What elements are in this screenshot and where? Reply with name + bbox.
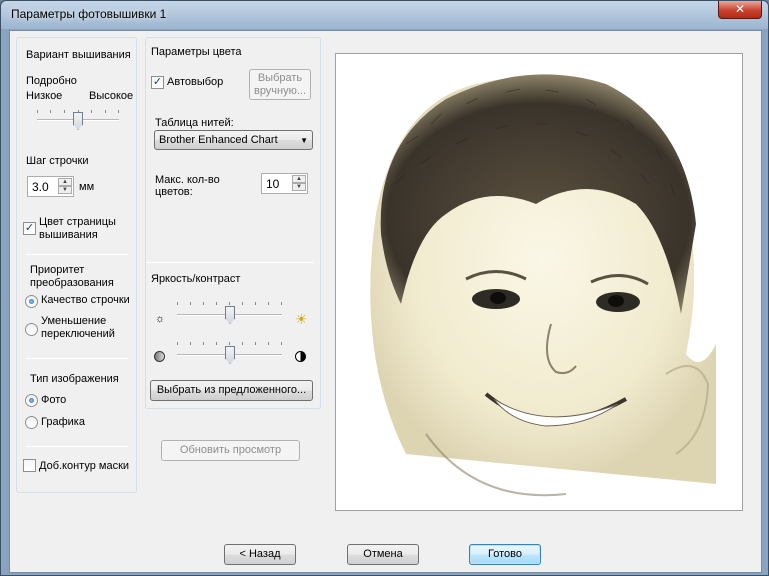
- detail-tick: [105, 110, 106, 113]
- max-colors-spinner-arrows[interactable]: ▲ ▼: [292, 175, 306, 192]
- priority-option-quality[interactable]: Качество строчки: [41, 294, 130, 306]
- title-bar[interactable]: Параметры фотовышивки 1 ✕: [1, 1, 768, 29]
- brightness-tick: [190, 302, 191, 305]
- thread-table-select[interactable]: Brother Enhanced Chart ▼: [154, 130, 313, 150]
- cancel-button[interactable]: Отмена: [347, 544, 419, 565]
- detail-tick: [91, 110, 92, 113]
- photo-stitch-preview-image: [336, 54, 742, 510]
- detail-tick: [50, 110, 51, 113]
- brightness-tick: [268, 302, 269, 305]
- brightness-tick: [203, 302, 204, 305]
- contrast-tick: [255, 342, 256, 345]
- max-colors-spinner[interactable]: 10 ▲ ▼: [261, 173, 308, 194]
- brightness-tick: [281, 302, 282, 305]
- dialog-client: Вариант вышивания Подробно Низкое Высоко…: [9, 30, 762, 573]
- brightness-slider[interactable]: [177, 300, 282, 328]
- close-button[interactable]: ✕: [718, 1, 762, 19]
- done-button[interactable]: Готово: [469, 544, 541, 565]
- image-type-radio-graphic[interactable]: [25, 416, 38, 429]
- auto-select-label[interactable]: Автовыбор: [167, 76, 223, 88]
- max-colors-value: 10: [266, 177, 280, 191]
- variant-divider: [26, 358, 128, 359]
- thread-table-label: Таблица нитей:: [155, 117, 234, 129]
- brightness-thumb[interactable]: [225, 306, 235, 324]
- priority-label: Приоритет преобразования: [30, 264, 114, 289]
- variant-divider: [26, 254, 128, 255]
- page-color-label[interactable]: Цвет страницы вышивания: [39, 216, 135, 242]
- max-colors-label: Макс. кол-во цветов:: [155, 174, 220, 198]
- image-type-radio-photo[interactable]: [25, 394, 38, 407]
- step-spinner-arrows[interactable]: ▲ ▼: [58, 178, 72, 195]
- dialog-window: Параметры фотовышивки 1 ✕ Вариант вышива…: [0, 0, 769, 576]
- variant-divider: [26, 446, 128, 447]
- priority-radio-switches[interactable]: [25, 323, 38, 336]
- contrast-tick: [281, 342, 282, 345]
- step-unit: мм: [79, 181, 95, 193]
- color-divider: [146, 262, 314, 263]
- step-label: Шаг строчки: [26, 155, 89, 167]
- step-up-icon[interactable]: ▲: [58, 178, 72, 186]
- image-type-option-photo[interactable]: Фото: [41, 394, 66, 406]
- priority-radio-quality[interactable]: [25, 295, 38, 308]
- contrast-tick: [242, 342, 243, 345]
- detail-tick: [118, 110, 119, 113]
- sun-large-icon: ☀: [295, 311, 308, 327]
- detail-low-label: Низкое: [26, 90, 63, 102]
- window-title: Параметры фотовышивки 1: [11, 7, 167, 21]
- step-spinner[interactable]: 3.0 ▲ ▼: [27, 176, 74, 197]
- step-down-icon[interactable]: ▼: [58, 186, 72, 194]
- brightness-title: Яркость/контраст: [151, 273, 241, 285]
- detail-high-label: Высокое: [89, 90, 134, 102]
- max-colors-down-icon[interactable]: ▼: [292, 183, 306, 191]
- color-group-title: Параметры цвета: [151, 46, 242, 58]
- brightness-tick: [216, 302, 217, 305]
- image-type-label: Тип изображения: [30, 373, 119, 385]
- contrast-tick: [268, 342, 269, 345]
- contrast-slider[interactable]: [177, 340, 282, 368]
- priority-option-switches[interactable]: Уменьшение переключений: [41, 315, 131, 341]
- detail-slider-thumb[interactable]: [73, 112, 83, 130]
- choose-preset-button[interactable]: Выбрать из предложенного...: [150, 380, 313, 401]
- brightness-tick: [229, 302, 230, 305]
- mask-checkbox[interactable]: [23, 459, 36, 472]
- detail-slider[interactable]: [37, 108, 119, 134]
- max-colors-up-icon[interactable]: ▲: [292, 175, 306, 183]
- refresh-preview-button[interactable]: Обновить просмотр: [161, 440, 300, 461]
- variant-group: Вариант вышивания Подробно Низкое Высоко…: [16, 37, 137, 493]
- contrast-tick: [203, 342, 204, 345]
- embroidery-preview[interactable]: [335, 53, 743, 511]
- thread-table-value: Brother Enhanced Chart: [159, 134, 278, 146]
- detail-label: Подробно: [26, 75, 77, 87]
- back-button[interactable]: < Назад: [224, 544, 296, 565]
- brightness-tick: [242, 302, 243, 305]
- color-group: Параметры цвета ✓ Автовыбор Выбрать вруч…: [145, 37, 321, 409]
- page-color-checkbox[interactable]: ✓: [23, 222, 36, 235]
- contrast-high-icon: [295, 351, 306, 362]
- contrast-thumb[interactable]: [225, 346, 235, 364]
- contrast-low-icon: [154, 351, 165, 362]
- contrast-tick: [177, 342, 178, 345]
- auto-select-checkbox[interactable]: ✓: [151, 76, 164, 89]
- manual-select-button[interactable]: Выбрать вручную...: [249, 69, 311, 100]
- chevron-down-icon: ▼: [300, 136, 308, 145]
- sun-small-icon: ☼: [155, 313, 166, 325]
- contrast-tick: [216, 342, 217, 345]
- contrast-tick: [229, 342, 230, 345]
- brightness-tick: [255, 302, 256, 305]
- contrast-tick: [190, 342, 191, 345]
- variant-group-title: Вариант вышивания: [26, 49, 131, 61]
- detail-tick: [37, 110, 38, 113]
- brightness-tick: [177, 302, 178, 305]
- image-type-option-graphic[interactable]: Графика: [41, 416, 85, 428]
- mask-label[interactable]: Доб.контур маски: [39, 460, 129, 472]
- detail-tick: [64, 110, 65, 113]
- step-value: 3.0: [32, 180, 49, 194]
